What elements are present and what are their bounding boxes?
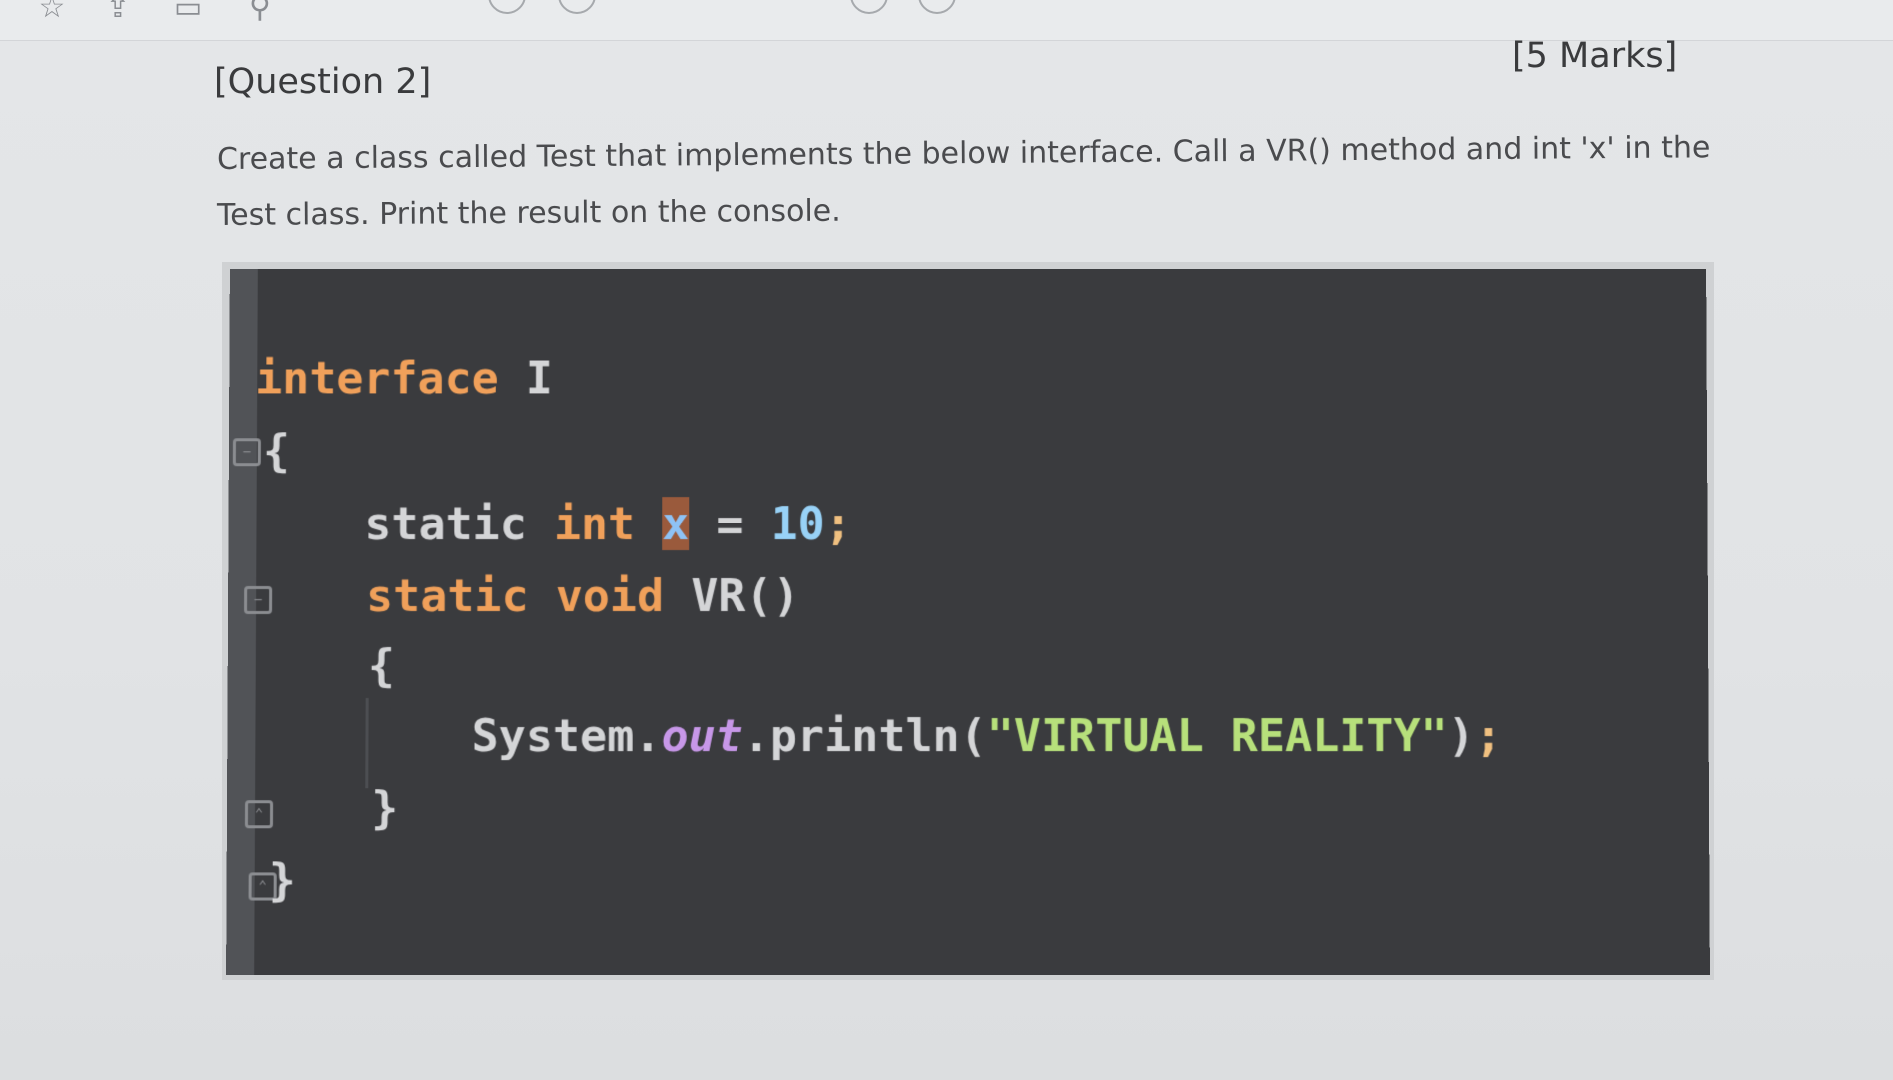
variable-x: x — [662, 497, 690, 551]
code-line-7: } — [371, 781, 399, 835]
toolbar-circle-icon[interactable] — [558, 0, 596, 14]
keyword-interface: interface — [255, 351, 499, 405]
browser-toolbar: ☆ ⇪ ▭ ⚲ — [0, 0, 1893, 41]
fold-marker-icon: − — [232, 438, 261, 467]
code-line-5: { — [367, 638, 396, 693]
fold-marker-icon: − — [244, 586, 273, 615]
method-name: VR() — [691, 569, 800, 622]
string-literal: "VIRTUAL REALITY" — [986, 709, 1448, 763]
code-line-4: static void VR() — [365, 569, 800, 622]
share-icon[interactable]: ⇪ — [98, 0, 138, 24]
keyword-void: void — [555, 569, 665, 622]
keyword-int: int — [553, 497, 636, 551]
star-icon[interactable]: ☆ — [32, 0, 72, 24]
class-system: System. — [471, 709, 662, 763]
semicolon: ; — [1474, 709, 1503, 763]
print-icon[interactable]: ▭ — [168, 0, 208, 24]
question-text-line-2: Test class. Print the result on the cons… — [216, 193, 841, 233]
code-image: − − ⌃ ⌃ interface I { static int x = 10;… — [226, 268, 1710, 975]
method-println: .println( — [742, 709, 987, 763]
search-icon[interactable]: ⚲ — [240, 0, 280, 24]
field-out: out — [661, 709, 743, 763]
toolbar-circle-icon[interactable] — [918, 0, 956, 14]
code-line-1: interface I — [255, 351, 553, 405]
number-literal: 10 — [770, 497, 825, 551]
close-paren: ) — [1447, 709, 1475, 763]
code-line-3: static int x = 10; — [364, 497, 852, 551]
keyword-static: static — [365, 569, 529, 622]
indent-guide — [365, 698, 369, 789]
interface-name: I — [498, 351, 553, 405]
toolbar-circle-icon[interactable] — [850, 0, 888, 14]
semicolon: ; — [824, 497, 852, 551]
fold-marker-icon: ⌃ — [244, 800, 274, 829]
question-text-line-1: Create a class called Test that implemen… — [216, 130, 1711, 177]
question-title: [Question 2] — [214, 62, 432, 102]
code-line-2: { — [262, 424, 291, 478]
operator-equals: = — [689, 497, 771, 551]
code-line-8: } — [268, 853, 296, 907]
marks-label: [5 Marks] — [1512, 36, 1678, 76]
code-line-6: System.out.println("VIRTUAL REALITY"); — [471, 709, 1503, 763]
code-gutter — [226, 268, 258, 975]
keyword-static: static — [364, 497, 527, 551]
toolbar-circle-icon[interactable] — [488, 0, 526, 14]
